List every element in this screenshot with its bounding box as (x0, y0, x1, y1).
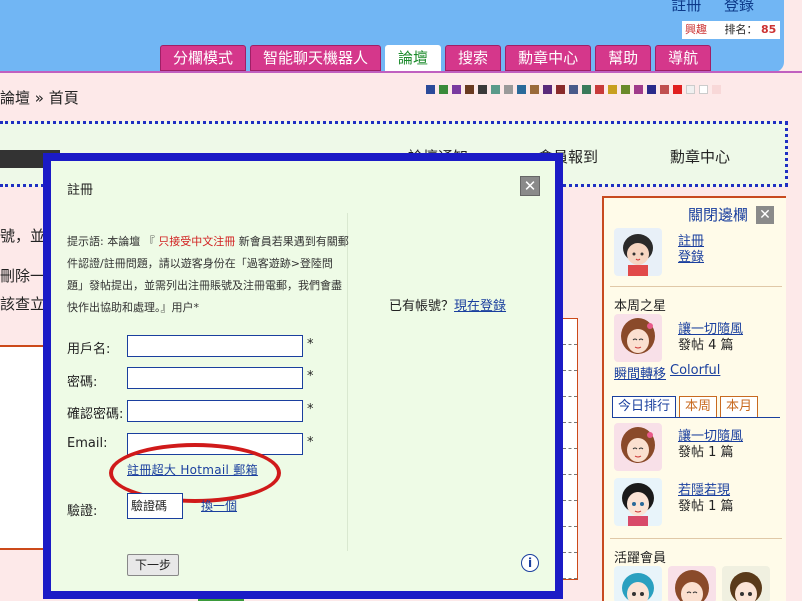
avatar (614, 478, 662, 526)
auth-links: 註冊 登錄 (653, 0, 754, 15)
avatar (668, 566, 716, 601)
color-swatch[interactable] (712, 85, 721, 94)
breadcrumb: 論壇 » 首頁 (0, 89, 79, 107)
avatar (614, 228, 662, 276)
login-link[interactable]: 登錄 (724, 0, 754, 14)
have-account-label: 已有帳號？ (389, 299, 455, 314)
color-swatch[interactable] (491, 85, 500, 94)
username-input[interactable] (127, 335, 303, 357)
nav-tab-chatbot[interactable]: 智能聊天機器人 (250, 45, 382, 71)
password-input[interactable] (127, 367, 303, 389)
color-swatches (426, 85, 725, 94)
avatar (722, 566, 770, 601)
color-swatch[interactable] (426, 85, 435, 94)
tab-today[interactable]: 今日排行 (612, 396, 677, 418)
color-swatch[interactable] (699, 85, 708, 94)
background-text: 刪除一 (0, 267, 46, 285)
register-link[interactable]: 註冊 (671, 0, 701, 14)
nav-tab-help[interactable]: 幫助 (595, 45, 652, 71)
color-swatch[interactable] (465, 85, 474, 94)
divider (612, 417, 780, 418)
strip-medal-center[interactable]: 勳章中心 (670, 146, 730, 167)
right-sidebar: 關閉邊欄 ✕ 註冊 登錄 本周之星 讓一切隨風 發帖 4 篇 瞬間轉移 Colo… (602, 196, 786, 601)
close-sidebar-link[interactable]: 關閉邊欄 (688, 204, 748, 225)
rank-box: 興趣 排名： 85 (682, 21, 780, 39)
rank-value: 85 (761, 23, 777, 36)
rank-label: 排名： (724, 23, 758, 36)
password-label: 密碼: (67, 375, 98, 390)
avatar (614, 566, 662, 601)
close-icon[interactable]: ✕ (520, 176, 540, 196)
divider (610, 538, 782, 539)
tab-week[interactable]: 本周 (679, 396, 718, 418)
avatar (614, 314, 662, 362)
color-swatch[interactable] (517, 85, 526, 94)
required-mark: * (307, 369, 314, 384)
divider (610, 286, 782, 287)
active-members-heading: 活躍會員 (614, 551, 667, 566)
nav-tab-forum[interactable]: 論壇 (385, 45, 442, 71)
star-user-link[interactable]: Colorful (670, 363, 720, 378)
nav-tab-search[interactable]: 搜索 (445, 45, 502, 71)
color-swatch[interactable] (543, 85, 552, 94)
color-swatch[interactable] (452, 85, 461, 94)
username-label: 用戶名: (67, 342, 111, 357)
register-notice: 提示語: 本論壇 『 只接受中文注冊 新會員若果遇到有關郵件認證/註冊問題，請以… (67, 231, 349, 319)
confirm-password-label: 確認密碼: (67, 407, 124, 422)
color-swatch[interactable] (478, 85, 487, 94)
captcha-input[interactable]: 驗證碼 (127, 493, 183, 519)
background-text: 該查立 (0, 295, 46, 313)
main-nav: 分欄模式 智能聊天機器人 論壇 搜索 勳章中心 幫助 導航 (160, 45, 715, 73)
tab-month[interactable]: 本月 (720, 396, 759, 418)
color-swatch[interactable] (582, 85, 591, 94)
color-swatch[interactable] (634, 85, 643, 94)
nav-tab-medals[interactable]: 勳章中心 (505, 45, 592, 71)
color-swatch[interactable] (595, 85, 604, 94)
nav-tab-navigation[interactable]: 導航 (655, 45, 712, 71)
close-icon[interactable]: ✕ (756, 206, 774, 224)
color-swatch[interactable] (504, 85, 513, 94)
weekly-star-heading: 本周之星 (614, 299, 667, 314)
dialog-title: 註冊 (67, 183, 94, 198)
notice-highlight: 只接受中文注冊 (154, 235, 236, 248)
color-swatch[interactable] (608, 85, 617, 94)
nav-tab-column-mode[interactable]: 分欄模式 (160, 45, 247, 71)
top-header: 註冊 登錄 興趣 排名： 85 分欄模式 智能聊天機器人 論壇 搜索 勳章中心 … (0, 0, 784, 72)
star-user-link[interactable]: 瞬間轉移 (614, 363, 666, 382)
rank-user-posts: 發帖 1 篇 (678, 445, 734, 460)
sidebar-login-link[interactable]: 登錄 (678, 246, 704, 265)
color-swatch[interactable] (530, 85, 539, 94)
required-mark: * (307, 435, 314, 450)
rank-user-posts: 發帖 1 篇 (678, 499, 734, 514)
required-mark: * (307, 402, 314, 417)
notice-text: 提示語: 本論壇 『 (67, 235, 155, 248)
color-swatch[interactable] (647, 85, 656, 94)
email-label: Email: (67, 436, 108, 451)
captcha-label: 驗證: (67, 504, 98, 519)
star-user-posts: 發帖 4 篇 (678, 338, 734, 353)
color-swatch[interactable] (621, 85, 630, 94)
refresh-captcha-link[interactable]: 換一個 (201, 497, 237, 514)
rank-tabs: 今日排行 本周 本月 (612, 396, 761, 418)
color-swatch[interactable] (686, 85, 695, 94)
header-divider (0, 71, 802, 73)
background-panel (0, 345, 48, 550)
next-step-button[interactable]: 下一步 (127, 554, 179, 576)
have-account-text: 已有帳號？現在登錄 (389, 295, 506, 314)
hobby-label: 興趣 (685, 23, 707, 36)
color-swatch[interactable] (660, 85, 669, 94)
avatar (614, 423, 662, 471)
color-swatch[interactable] (439, 85, 448, 94)
login-now-link[interactable]: 現在登錄 (454, 299, 506, 314)
color-swatch[interactable] (556, 85, 565, 94)
register-dialog: 註冊 ✕ 提示語: 本論壇 『 只接受中文注冊 新會員若果遇到有關郵件認證/註冊… (43, 153, 563, 599)
confirm-password-input[interactable] (127, 400, 303, 422)
color-swatch[interactable] (569, 85, 578, 94)
required-mark: * (307, 337, 314, 352)
color-swatch[interactable] (673, 85, 682, 94)
info-icon[interactable]: i (521, 554, 539, 572)
